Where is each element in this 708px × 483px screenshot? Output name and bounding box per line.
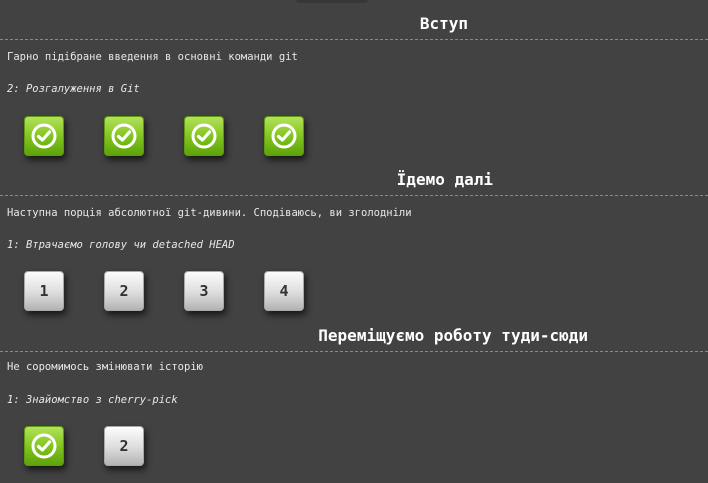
current-level-label: 1: Знайомство з cherry-pick	[7, 394, 178, 406]
current-level-label: 2: Розгалуження в Git	[7, 83, 140, 95]
level-number: 2	[119, 437, 129, 455]
level-number: 1	[39, 282, 49, 300]
section-divider	[0, 195, 708, 196]
section-description: Не соромимось змінювати історію	[7, 361, 203, 373]
section-divider	[0, 39, 708, 40]
check-circle-icon	[191, 123, 217, 149]
section-title: Їдемо далі	[396, 170, 493, 189]
level-button-3[interactable]: 3	[184, 271, 224, 311]
section-title: Вступ	[419, 14, 468, 33]
section-description: Гарно підібране введення в основні коман…	[7, 51, 298, 63]
section-moving-work: Переміщуємо роботу туди-сюди Не соромимо…	[0, 326, 708, 476]
level-button-1[interactable]	[24, 116, 64, 156]
level-number: 4	[279, 282, 289, 300]
level-button-3[interactable]	[184, 116, 224, 156]
section-divider	[0, 351, 708, 352]
level-button-2[interactable]	[104, 116, 144, 156]
current-level-label: 1: Втрачаємо голову чи detached HEAD	[7, 239, 235, 251]
level-number: 2	[119, 282, 129, 300]
top-tab-edge	[296, 0, 368, 3]
check-circle-icon	[31, 123, 57, 149]
level-button-1[interactable]	[24, 426, 64, 466]
section-intro: Вступ Гарно підібране введення в основні…	[0, 14, 708, 164]
section-moving-on: Їдемо далі Наступна порція абсолютної gi…	[0, 170, 708, 320]
check-circle-icon	[31, 433, 57, 459]
check-circle-icon	[111, 123, 137, 149]
check-circle-icon	[271, 123, 297, 149]
level-number: 3	[199, 282, 209, 300]
level-button-1[interactable]: 1	[24, 271, 64, 311]
level-button-2[interactable]: 2	[104, 271, 144, 311]
level-button-2[interactable]: 2	[104, 426, 144, 466]
section-title: Переміщуємо роботу туди-сюди	[318, 326, 588, 345]
section-description: Наступна порція абсолютної git-дивини. С…	[7, 207, 412, 219]
level-button-4[interactable]: 4	[264, 271, 304, 311]
level-button-4[interactable]	[264, 116, 304, 156]
